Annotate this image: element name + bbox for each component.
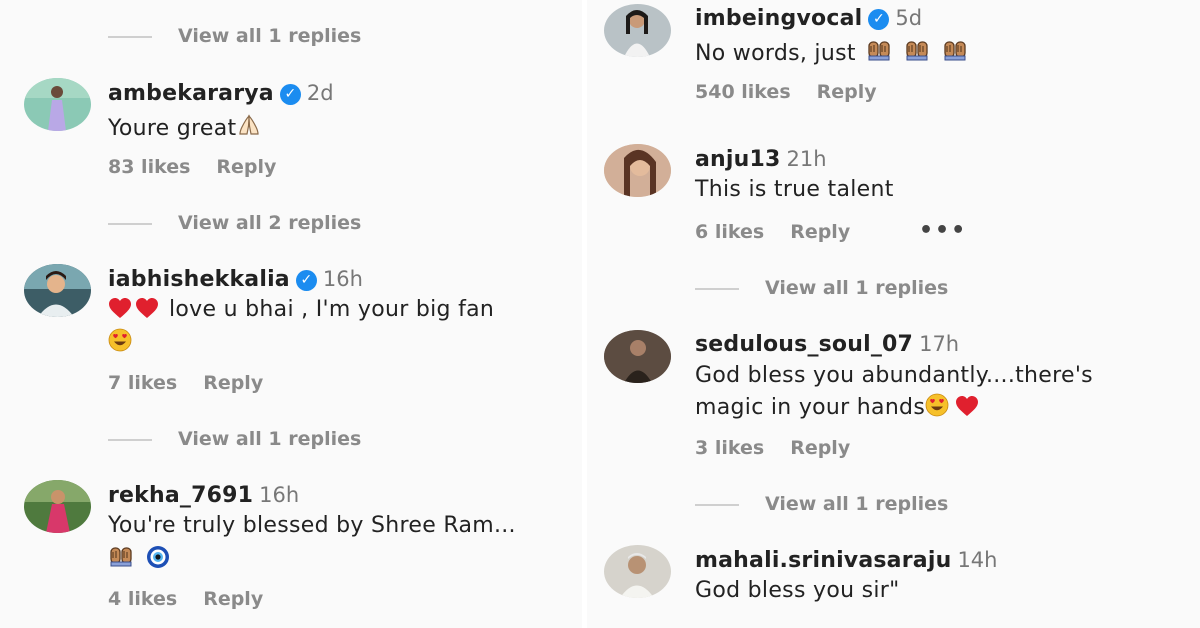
comment-actions: 6 likes Reply [695,221,850,243]
evil-eye-icon [146,545,170,569]
red-heart-icon [135,297,159,319]
comment-time: 5d [895,6,923,30]
comment-text-line2 [108,543,170,572]
verified-badge-icon: ✓ [295,270,317,291]
reply-thread-line [695,503,739,506]
view-replies-link[interactable]: View all 1 replies [695,493,948,515]
comment-time: 2d [306,81,334,105]
likes-count[interactable]: 7 likes [108,372,177,394]
red-heart-icon [955,395,979,417]
raised-hands-icon [108,543,134,569]
verified-badge-icon: ✓ [279,84,301,105]
comment-actions: 4 likes Reply [108,588,263,610]
likes-count[interactable]: 83 likes [108,156,190,178]
reply-button[interactable]: Reply [216,156,276,178]
comment-text: This is true talent [695,177,894,202]
reply-thread-line [108,438,152,441]
more-options-icon[interactable]: ••• [919,218,967,243]
likes-count[interactable]: 3 likes [695,437,764,459]
raised-hands-icon [866,37,892,63]
comment-time: 16h [259,483,300,507]
comment-text: God bless you abundantly....there's [695,363,1093,388]
reply-button[interactable]: Reply [203,372,263,394]
comment-text-line2 [108,328,132,355]
reply-thread-line [108,35,152,38]
comment-text: love u bhai , I'm your big fan [108,297,494,322]
reply-button[interactable]: Reply [817,81,877,103]
view-replies-label: View all 1 replies [765,277,949,299]
view-replies-label: View all 1 replies [178,428,362,450]
comment-time: 16h [322,267,363,291]
view-replies-link[interactable]: View all 1 replies [108,428,361,450]
username[interactable]: imbeingvocal [695,6,862,31]
reply-thread-line [108,222,152,225]
username[interactable]: anju13 [695,147,781,172]
comment-actions: 540 likes Reply [695,81,877,103]
likes-count[interactable]: 4 likes [108,588,177,610]
comment-actions: 83 likes Reply [108,156,276,178]
comment-time: 21h [786,147,827,171]
username[interactable]: iabhishekkalia [108,267,290,292]
right-comments-panel: imbeingvocal ✓ 5d No words, just 540 likes… [587,0,1200,628]
username[interactable]: sedulous_soul_07 [695,332,913,357]
reply-button[interactable]: Reply [790,437,850,459]
username[interactable]: rekha_7691 [108,483,253,508]
avatar[interactable] [24,264,91,317]
heart-eyes-icon [925,393,949,417]
avatar[interactable] [604,545,671,598]
avatar[interactable] [24,480,91,533]
avatar[interactable] [604,4,671,57]
avatar[interactable] [604,330,671,383]
comment-text: You're truly blessed by Shree Ram... [108,513,516,538]
reply-button[interactable]: Reply [203,588,263,610]
reply-button[interactable]: Reply [790,221,850,243]
red-heart-icon [108,297,132,319]
raised-hands-icon [904,37,930,63]
heart-eyes-icon [108,328,132,352]
comment-text: Youre great [108,112,262,141]
comment-time: 17h [919,332,960,356]
view-replies-label: View all 2 replies [178,212,362,234]
view-replies-link[interactable]: View all 2 replies [108,212,361,234]
comment-text-line2: magic in your hands [695,393,979,420]
likes-count[interactable]: 540 likes [695,81,791,103]
comment-actions: 7 likes Reply [108,372,263,394]
raised-hands-icon [942,37,968,63]
folded-hands-icon [236,112,262,138]
likes-count[interactable]: 6 likes [695,221,764,243]
comment-time: 14h [957,548,998,572]
view-replies-label: View all 1 replies [178,25,362,47]
reply-thread-line [695,287,739,290]
verified-badge-icon: ✓ [868,9,890,30]
view-replies-label: View all 1 replies [765,493,949,515]
comment-text: God bless you sir" [695,578,900,603]
comment-text: No words, just [695,37,968,66]
left-comments-panel: View all 1 replies ambekararya ✓ 2d Youre … [0,0,582,628]
view-replies-link[interactable]: View all 1 replies [695,277,948,299]
avatar[interactable] [604,144,671,197]
view-replies-link[interactable]: View all 1 replies [108,25,361,47]
username[interactable]: ambekararya [108,81,274,106]
comment-actions: 3 likes Reply [695,437,850,459]
avatar[interactable] [24,78,91,131]
username[interactable]: mahali.srinivasaraju [695,548,951,573]
